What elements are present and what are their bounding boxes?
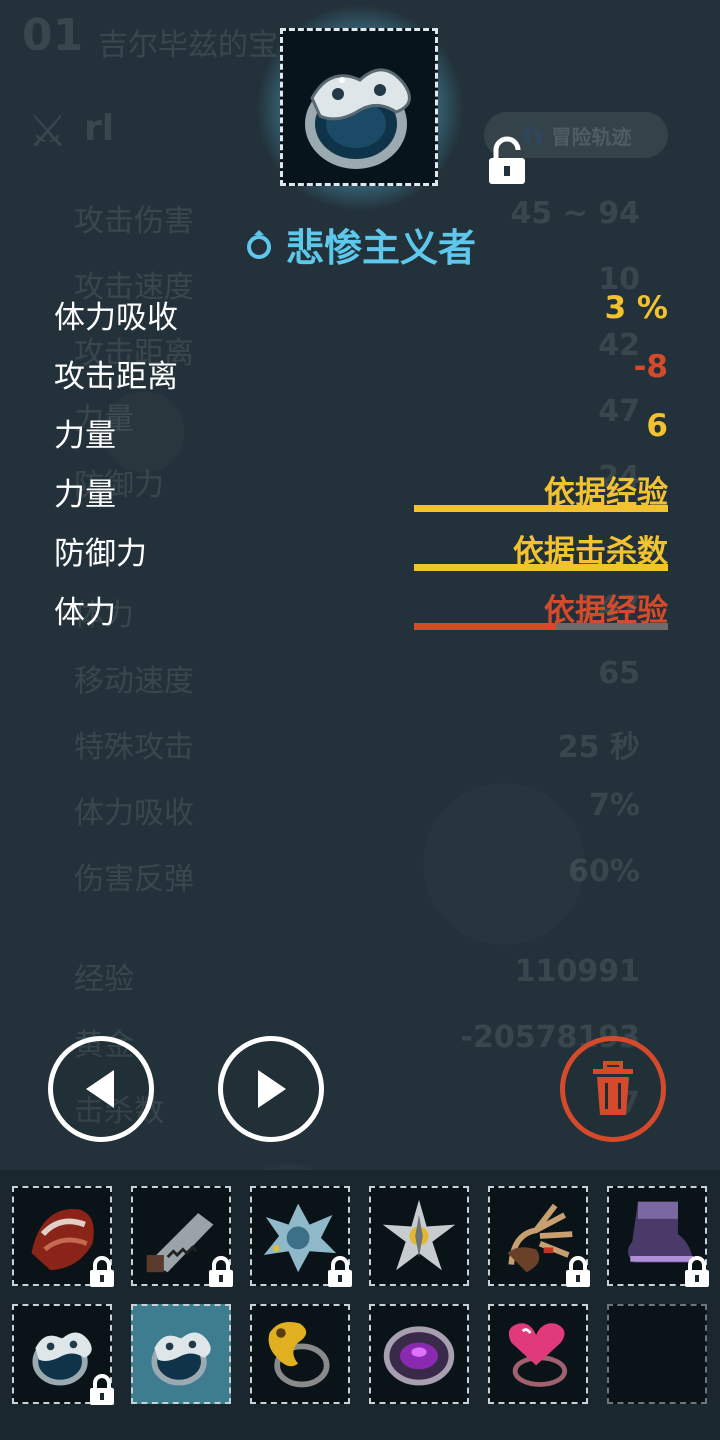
item-stat-row: 力量 6	[54, 408, 668, 454]
item-stat-label: 体力	[54, 595, 116, 631]
item-stat-row: 体力吸收 3 %	[54, 290, 668, 336]
background-stat-label: 特殊攻击	[74, 730, 194, 765]
unlocked-padlock-icon[interactable]	[486, 136, 528, 190]
heart-ring-icon	[508, 1323, 568, 1387]
background-stat-row: 黄金 -20578193	[74, 1020, 640, 1063]
stat-progress-fill	[414, 623, 557, 630]
ring-icon	[280, 28, 438, 186]
background-stat-row: 伤害反弹 60%	[74, 854, 640, 897]
character-name: 吉尔毕兹的宝	[98, 28, 278, 63]
adventure-trail-label: 冒险轨迹	[551, 124, 632, 149]
stat-progress-bar	[414, 623, 668, 630]
inventory-slot[interactable]	[607, 1304, 707, 1404]
prev-arrow-icon	[86, 1070, 114, 1108]
inventory-slot[interactable]	[12, 1304, 114, 1405]
item-stat-label: 攻击距离	[54, 359, 178, 395]
character-index: 01	[22, 10, 84, 61]
padlock-icon	[88, 1374, 116, 1410]
background-stat-label: 经验	[74, 962, 134, 997]
inventory-slot[interactable]	[369, 1186, 469, 1286]
gold-ring-icon	[268, 1321, 330, 1388]
inventory-slot[interactable]	[131, 1186, 233, 1287]
previous-button[interactable]	[48, 1036, 154, 1142]
item-stat-label: 力量	[54, 477, 116, 513]
background-stat-row: 击杀数 7	[74, 1086, 640, 1129]
inventory-slot[interactable]	[369, 1304, 469, 1404]
background-stat-label: 伤害反弹	[74, 862, 194, 897]
padlock-icon	[326, 1256, 354, 1292]
background-stat-row: 移动速度 65	[74, 656, 640, 699]
stat-progress-fill	[414, 564, 668, 571]
item-title: 悲惨主义者	[0, 216, 720, 272]
item-stat-value: -8	[633, 349, 668, 385]
background-stat-row: 特殊攻击 25 秒	[74, 722, 640, 765]
character-subtitle: rl	[84, 108, 115, 149]
purple-ring-icon	[383, 1326, 455, 1386]
ring-type-icon	[246, 230, 271, 259]
item-stat-row: 体力 依据经验	[54, 585, 668, 631]
background-stat-value: 60%	[568, 854, 640, 889]
inventory-slot[interactable]	[250, 1186, 352, 1287]
inventory-slot[interactable]	[12, 1186, 114, 1287]
star-crystal-icon	[382, 1199, 456, 1271]
crossed-swords-icon: ⚔	[28, 106, 68, 157]
inventory-panel	[0, 1170, 720, 1440]
item-stat-row: 防御力 依据击杀数	[54, 526, 668, 572]
background-stat-row: 经验 110991	[74, 954, 640, 997]
background-stat-value: 65	[598, 656, 640, 691]
item-name: 悲惨主义者	[285, 225, 476, 270]
item-stat-row: 力量 依据经验	[54, 467, 668, 513]
stat-progress-fill	[414, 505, 668, 512]
item-stat-label: 体力吸收	[54, 300, 178, 336]
inventory-slot[interactable]	[250, 1304, 350, 1404]
background-stat-value: 110991	[514, 954, 640, 989]
trash-icon	[593, 1061, 633, 1115]
padlock-icon	[207, 1256, 235, 1292]
inventory-slot[interactable]	[607, 1186, 709, 1287]
padlock-icon	[564, 1256, 592, 1292]
padlock-icon	[88, 1256, 116, 1292]
inventory-slot[interactable]	[488, 1186, 590, 1287]
background-stat-value: 7%	[589, 788, 640, 823]
item-stat-label: 防御力	[54, 536, 147, 572]
ring-icon	[151, 1332, 211, 1386]
item-stat-row: 攻击距离 -8	[54, 349, 668, 395]
item-stat-value: 6	[646, 408, 668, 444]
background-stat-value: 25 秒	[557, 730, 640, 765]
inventory-slot[interactable]	[488, 1304, 588, 1404]
background-stat-label: 移动速度	[74, 664, 194, 699]
delete-button[interactable]	[560, 1036, 666, 1142]
background-stat-label: 体力吸收	[74, 796, 194, 831]
background-stat-row: 体力吸收 7%	[74, 788, 640, 831]
padlock-icon	[683, 1256, 711, 1292]
stat-progress-bar	[414, 564, 668, 571]
next-button[interactable]	[218, 1036, 324, 1142]
item-stat-label: 力量	[54, 418, 116, 454]
item-stat-value: 3 %	[604, 290, 668, 326]
next-arrow-icon	[258, 1070, 286, 1108]
inventory-slot[interactable]	[131, 1304, 231, 1404]
stat-progress-bar	[414, 505, 668, 512]
